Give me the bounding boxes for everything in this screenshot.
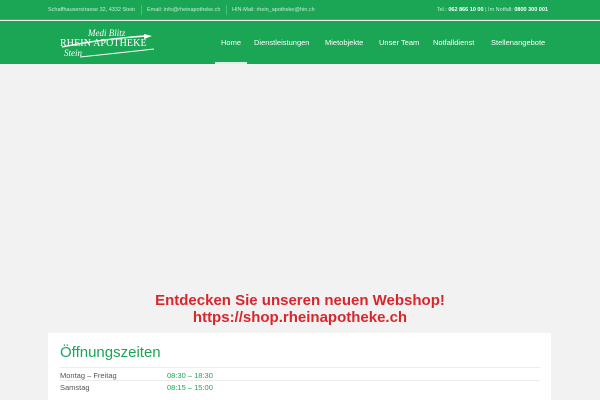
logo-line-medi-blitz: Medi Blitz (88, 28, 126, 38)
nav-item-unser-team[interactable]: Unser Team (379, 21, 419, 64)
webshop-headline: Entdecken Sie unseren neuen Webshop! (155, 292, 445, 309)
emergency-label: Im Notfall: (488, 7, 513, 13)
emergency-number[interactable]: 0800 300 001 (514, 7, 548, 13)
phone-separator: | (485, 7, 487, 13)
main-navbar: Medi Blitz RHEIN APOTHEKE Stein Home Die… (0, 21, 600, 64)
nav-item-stellenangebote[interactable]: Stellenangebote (491, 21, 545, 64)
divider (60, 367, 540, 368)
top-info-bar: Schaffhauserstrasse 32, 4332 Stein Email… (0, 0, 600, 20)
nav-item-mietobjekte[interactable]: Mietobjekte (325, 21, 363, 64)
phone-info: Tel.: 062 866 10 00 | Im Notfall: 0800 3… (437, 0, 548, 20)
divider (226, 5, 227, 15)
nav-item-dienstleistungen[interactable]: Dienstleistungen (254, 21, 309, 64)
hin-mail-link[interactable]: HIN-Mail: rhein_apotheke@hin.ch (232, 0, 315, 20)
hours-time: 08:30 – 18:30 (167, 371, 213, 380)
address-text: Schaffhauserstrasse 32, 4332 Stein (48, 7, 136, 13)
nav-item-notfalldienst[interactable]: Notfalldienst (433, 21, 474, 64)
divider (60, 380, 540, 381)
hours-day: Montag – Freitag (60, 371, 117, 380)
phone-label: Tel.: (436, 7, 447, 13)
opening-hours-title: Öffnungszeiten (60, 344, 161, 361)
hours-day: Samstag (60, 383, 90, 392)
email-link[interactable]: Email: info@rheinapotheke.ch (147, 0, 220, 20)
nav-item-home[interactable]: Home (214, 21, 248, 64)
phone-number[interactable]: 062 866 10 00 (448, 7, 483, 13)
webshop-link[interactable]: https://shop.rheinapotheke.ch (0, 309, 600, 326)
logo-line-stein: Stein (64, 48, 82, 58)
hours-time: 08:15 – 15:00 (167, 383, 213, 392)
opening-hours-card: Öffnungszeiten Montag – Freitag 08:30 – … (48, 333, 551, 400)
divider (141, 5, 142, 15)
site-logo[interactable]: Medi Blitz RHEIN APOTHEKE Stein (60, 27, 160, 59)
